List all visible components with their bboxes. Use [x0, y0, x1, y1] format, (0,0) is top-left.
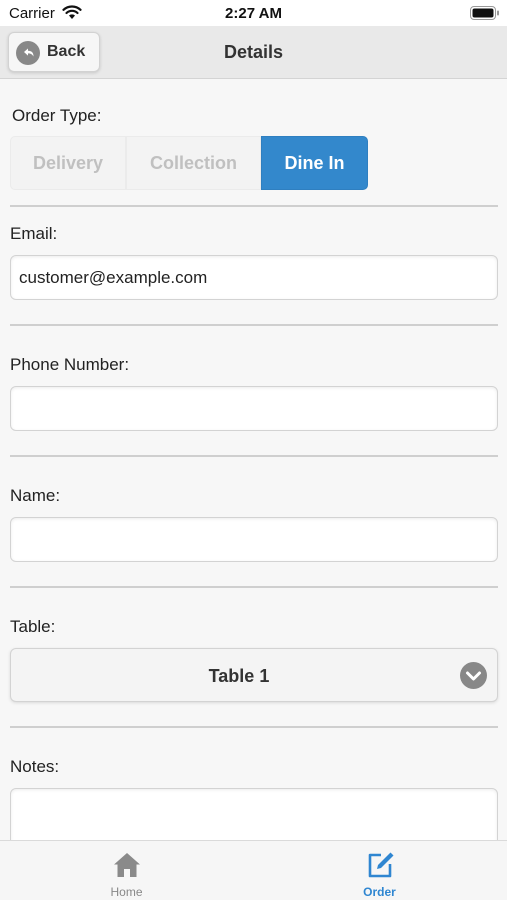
name-label: Name:	[10, 486, 61, 505]
status-time: 2:27 AM	[225, 5, 282, 22]
order-type-collection[interactable]: Collection	[126, 136, 261, 190]
divider	[10, 726, 498, 728]
tab-home[interactable]: Home	[0, 841, 253, 900]
home-icon	[114, 853, 140, 877]
tab-order-label: Order	[363, 885, 396, 899]
tab-bar: Home Order	[0, 840, 507, 900]
header-bar: Back Details	[0, 26, 507, 79]
page-title: Details	[223, 42, 284, 62]
divider	[10, 586, 498, 588]
order-type-delivery[interactable]: Delivery	[10, 136, 126, 190]
email-label: Email:	[10, 224, 58, 243]
status-bar: Carrier 2:27 AM	[0, 0, 507, 26]
tab-home-label: Home	[110, 885, 143, 899]
notes-label: Notes:	[10, 757, 60, 776]
table-label: Table:	[10, 617, 56, 636]
order-type-segmented-control: Delivery Collection Dine In	[10, 136, 368, 190]
phone-number-label: Phone Number:	[10, 355, 130, 374]
table-select[interactable]: Table 1	[10, 648, 498, 702]
order-type-dine-in[interactable]: Dine In	[261, 136, 368, 190]
divider	[10, 324, 498, 326]
phone-number-field[interactable]	[10, 386, 498, 431]
edit-icon	[368, 852, 394, 878]
order-type-label: Order Type:	[12, 106, 102, 125]
divider	[10, 455, 498, 457]
divider	[10, 205, 498, 207]
email-field[interactable]	[10, 255, 498, 300]
battery-icon	[470, 6, 499, 20]
chevron-down-icon	[460, 662, 487, 689]
table-select-value: Table 1	[208, 666, 270, 686]
name-field[interactable]	[10, 517, 498, 562]
tab-order[interactable]: Order	[253, 841, 506, 900]
